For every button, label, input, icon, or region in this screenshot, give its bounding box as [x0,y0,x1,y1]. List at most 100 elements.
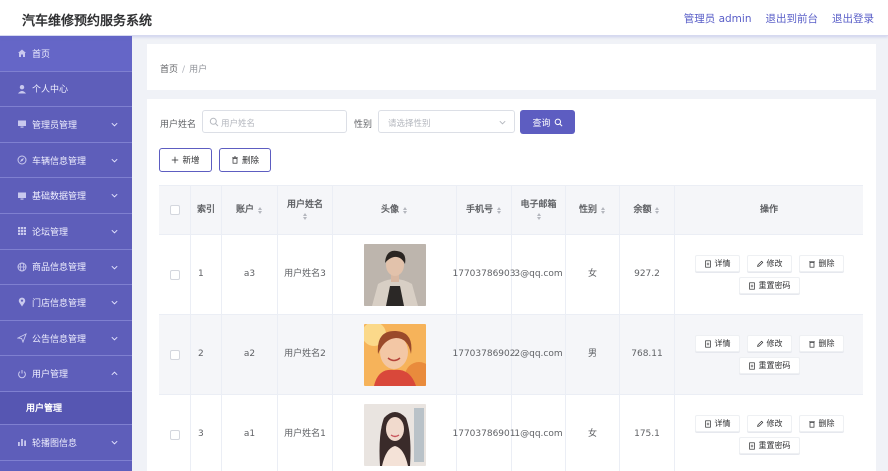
col-email: 电子邮箱 [512,186,566,234]
globe-icon [17,262,27,272]
select-all-checkbox[interactable] [169,205,180,215]
sidebar-item-personal-center[interactable]: 个人中心 [0,71,132,108]
sidebar-item-label: 车辆信息管理 [32,156,87,167]
home-icon [17,48,27,58]
edit-button[interactable]: 修改 [746,335,792,352]
cell-index: 1 [191,235,222,314]
gender-select-placeholder: 请选择性别 [388,119,431,129]
edit-icon [756,260,763,267]
cell-account: a3 [222,235,278,314]
admin-user-link[interactable]: 管理员 admin [684,11,752,26]
col-avatar[interactable]: 头像 [333,186,457,234]
add-button-label: 新增 [182,156,200,166]
sidebar-item-announcement[interactable]: 公告信息管理 [0,320,132,357]
row-actions: 详情 修改 删除 重置密码 [689,335,849,374]
sidebar-item-forum[interactable]: 论坛管理 [0,213,132,250]
cell-avatar [333,395,457,471]
sidebar-item-label: 论坛管理 [32,227,69,238]
document-icon [704,339,711,348]
cell-phone: 17703786902 [453,315,516,394]
avatar-image[interactable] [363,323,426,386]
row-select-cell [159,315,191,394]
sidebar-item-carousel[interactable]: 轮播图信息 [0,424,132,461]
edit-label: 修改 [766,419,783,428]
delete-button[interactable]: 删除 [798,415,844,432]
cell-gender: 女 [566,395,620,471]
delete-button[interactable]: 删除 [798,335,844,352]
sort-icon [599,205,606,215]
cell-balance: 768.11 [620,315,675,394]
name-search-input[interactable]: 用户姓名 [202,110,347,133]
monitor-icon [17,119,27,129]
delete-button-label: 删除 [241,156,259,166]
cell-gender: 男 [566,315,620,394]
search-icon [554,118,562,126]
edit-icon [756,420,763,427]
exit-to-front-link[interactable]: 退出到前台 [766,11,819,26]
add-button[interactable]: 新增 [159,148,212,172]
batch-delete-button[interactable]: 删除 [219,148,271,172]
power-icon [17,369,27,379]
row-checkbox[interactable] [169,349,180,360]
col-account[interactable]: 账户 [222,186,278,234]
detail-button[interactable]: 详情 [694,415,740,432]
col-phone[interactable]: 手机号 [457,186,512,234]
sidebar-item-product-management[interactable]: 商品信息管理 [0,249,132,286]
sidebar-item-vehicle-management[interactable]: 车辆信息管理 [0,142,132,179]
sort-icon[interactable] [535,212,542,222]
sidebar-item-basic-data[interactable]: 基础数据管理 [0,178,132,214]
col-balance[interactable]: 余额 [620,186,675,234]
table-row: 1 a3 用户姓名3 17703786903 3@qq.com 女 927.2 [159,235,863,315]
query-button[interactable]: 查询 [520,110,575,134]
query-button-label: 查询 [532,118,551,129]
reset-password-button[interactable]: 重置密码 [738,357,800,374]
search-icon [209,117,219,127]
reset-password-button[interactable]: 重置密码 [738,437,800,454]
sidebar-subitem-user-management[interactable]: 用户管理 [0,391,132,425]
send-icon [17,333,27,344]
sort-icon [256,205,263,215]
monitor-icon [17,191,27,201]
detail-button[interactable]: 详情 [694,335,740,352]
edit-label: 修改 [766,339,783,348]
cell-avatar [333,235,457,314]
edit-label: 修改 [766,259,783,268]
sidebar: 首页 个人中心 管理员管理 车辆信息管理 基础数据管理 论坛管理 商品信息管理 … [0,36,132,471]
col-name-label: 用户姓名 [286,199,323,210]
user-table: 索引 账户 用户姓名 头像 手机号 电子邮箱 性别 余额 操作 1 a3 用户姓… [159,185,863,471]
sort-icon [495,205,502,215]
breadcrumb-home[interactable]: 首页 [160,65,178,75]
sidebar-item-admin-management[interactable]: 管理员管理 [0,107,132,143]
row-checkbox[interactable] [169,429,180,440]
sidebar-item-home[interactable]: 首页 [0,36,132,72]
reset-password-button[interactable]: 重置密码 [738,277,800,294]
cell-balance: 175.1 [620,395,675,471]
gender-select[interactable]: 请选择性别 [378,110,515,133]
avatar-image[interactable] [363,403,426,466]
grid-icon [17,226,27,236]
logout-link[interactable]: 退出登录 [832,11,874,26]
sidebar-item-label: 基础数据管理 [32,192,87,203]
delete-button[interactable]: 删除 [798,255,844,272]
edit-button[interactable]: 修改 [746,255,792,272]
select-all-cell [159,186,191,234]
detail-button[interactable]: 详情 [694,255,740,272]
plus-icon [172,156,179,164]
avatar-image[interactable] [363,243,426,306]
sidebar-item-label: 公告信息管理 [32,334,87,345]
chevron-down-icon [111,123,118,127]
col-email-label: 电子邮箱 [520,199,557,210]
detail-label: 详情 [714,259,731,268]
chevron-down-icon [111,440,118,445]
sort-icon[interactable] [302,212,309,222]
col-gender[interactable]: 性别 [566,186,620,234]
sidebar-item-store-management[interactable]: 门店信息管理 [0,285,132,321]
cell-name: 用户姓名3 [278,235,333,314]
cell-account: a2 [222,315,278,394]
row-checkbox[interactable] [169,269,180,280]
sidebar-item-label: 商品信息管理 [32,263,87,274]
sidebar-item-user-management[interactable]: 用户管理 [0,356,132,392]
edit-button[interactable]: 修改 [746,415,792,432]
reset-password-label: 重置密码 [758,361,791,370]
user-icon [17,84,27,94]
